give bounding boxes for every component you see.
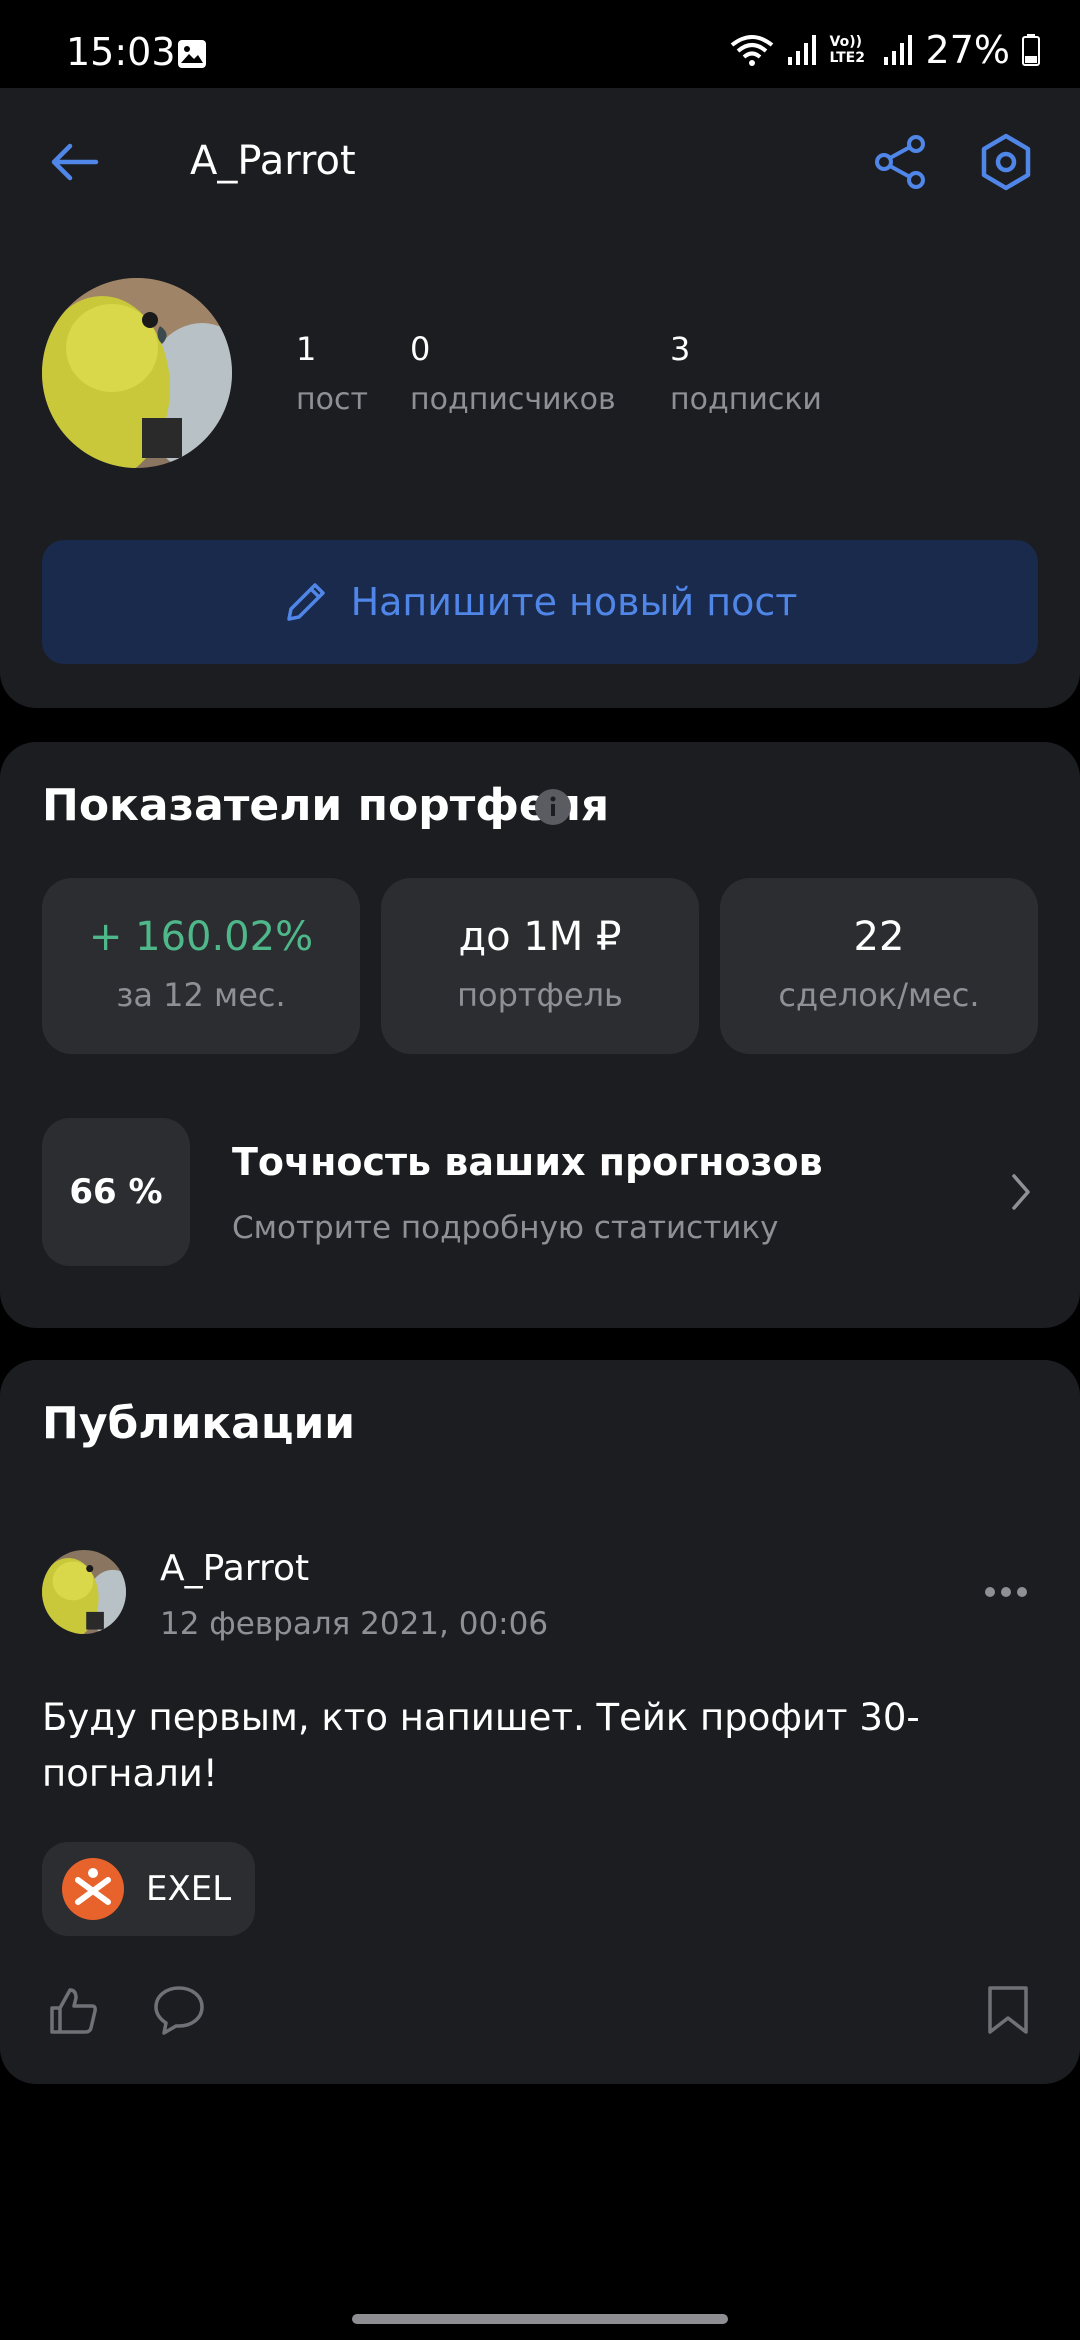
- stat-following[interactable]: 3 подписки: [670, 330, 822, 417]
- home-indicator[interactable]: [352, 2314, 728, 2324]
- stat-label: подписки: [670, 382, 822, 417]
- post-author[interactable]: A_Parrot: [160, 1548, 309, 1589]
- battery-icon: [1022, 34, 1040, 66]
- metric-tile-deals[interactable]: 22 сделок/мес.: [720, 878, 1038, 1054]
- battery-percent: 27%: [925, 28, 1010, 72]
- forecast-accuracy-row[interactable]: 66 % Точность ваших прогнозов Смотрите п…: [42, 1118, 1042, 1266]
- ticker-label: EXEL: [146, 1869, 232, 1909]
- stat-posts[interactable]: 1 пост: [296, 330, 368, 417]
- settings-hexagon-icon[interactable]: [976, 132, 1036, 192]
- signal-icon-2: [883, 35, 912, 65]
- new-post-label: Напишите новый пост: [350, 580, 798, 624]
- exel-logo-icon: [62, 1858, 124, 1920]
- arrow-left-icon[interactable]: [48, 136, 100, 188]
- stat-label: пост: [296, 382, 368, 417]
- status-bar: 15:03 Vo)) LTE2 27%: [0, 0, 1080, 88]
- metric-label: за 12 мес.: [116, 976, 286, 1014]
- page-title: A_Parrot: [190, 138, 356, 184]
- post-author-avatar[interactable]: [42, 1550, 126, 1634]
- metric-tile-return[interactable]: + 160.02% за 12 мес.: [42, 878, 360, 1054]
- metric-label: сделок/мес.: [778, 976, 980, 1014]
- stat-followers[interactable]: 0 подписчиков: [410, 330, 616, 417]
- chevron-right-icon: [1012, 1174, 1030, 1210]
- post-text: Буду первым, кто напишет. Тейк профит 30…: [42, 1696, 920, 1795]
- wifi-icon: [730, 35, 773, 66]
- status-indicators: Vo)) LTE2 27%: [730, 28, 1040, 72]
- more-options-icon[interactable]: [982, 1582, 1030, 1602]
- accuracy-subtitle: Смотрите подробную статистику: [232, 1210, 779, 1246]
- comment-icon[interactable]: [152, 1984, 206, 2036]
- metric-label: портфель: [457, 976, 623, 1014]
- parrot-avatar-image: [42, 1550, 126, 1634]
- pencil-icon: [286, 583, 325, 621]
- post-date: 12 февраля 2021, 00:06: [160, 1606, 549, 1642]
- network-label: Vo)) LTE2: [829, 34, 865, 66]
- accuracy-badge: 66 %: [42, 1118, 190, 1266]
- stat-value: 3: [670, 330, 691, 368]
- share-icon[interactable]: [872, 134, 928, 190]
- metric-value: до 1M ₽: [458, 914, 622, 960]
- accuracy-title: Точность ваших прогнозов: [232, 1140, 823, 1184]
- metric-value: + 160.02%: [88, 914, 314, 960]
- stat-value: 0: [410, 330, 431, 368]
- gallery-notification-icon: [178, 40, 206, 68]
- status-time: 15:03: [66, 30, 176, 74]
- thumbs-up-icon[interactable]: [48, 1984, 100, 2036]
- info-icon[interactable]: [534, 788, 572, 826]
- avatar[interactable]: [42, 278, 232, 468]
- metric-tile-portfolio[interactable]: до 1M ₽ портфель: [381, 878, 699, 1054]
- stat-label: подписчиков: [410, 382, 616, 417]
- parrot-avatar-image: [42, 278, 232, 468]
- new-post-button[interactable]: Напишите новый пост: [42, 540, 1038, 664]
- stat-value: 1: [296, 330, 317, 368]
- section-title-metrics: Показатели портфеля: [42, 780, 610, 831]
- section-title-publications: Публикации: [42, 1398, 356, 1449]
- bookmark-icon[interactable]: [986, 1984, 1030, 2036]
- ticker-chip[interactable]: EXEL: [42, 1842, 256, 1936]
- metric-value: 22: [853, 914, 905, 960]
- signal-icon: [787, 35, 816, 65]
